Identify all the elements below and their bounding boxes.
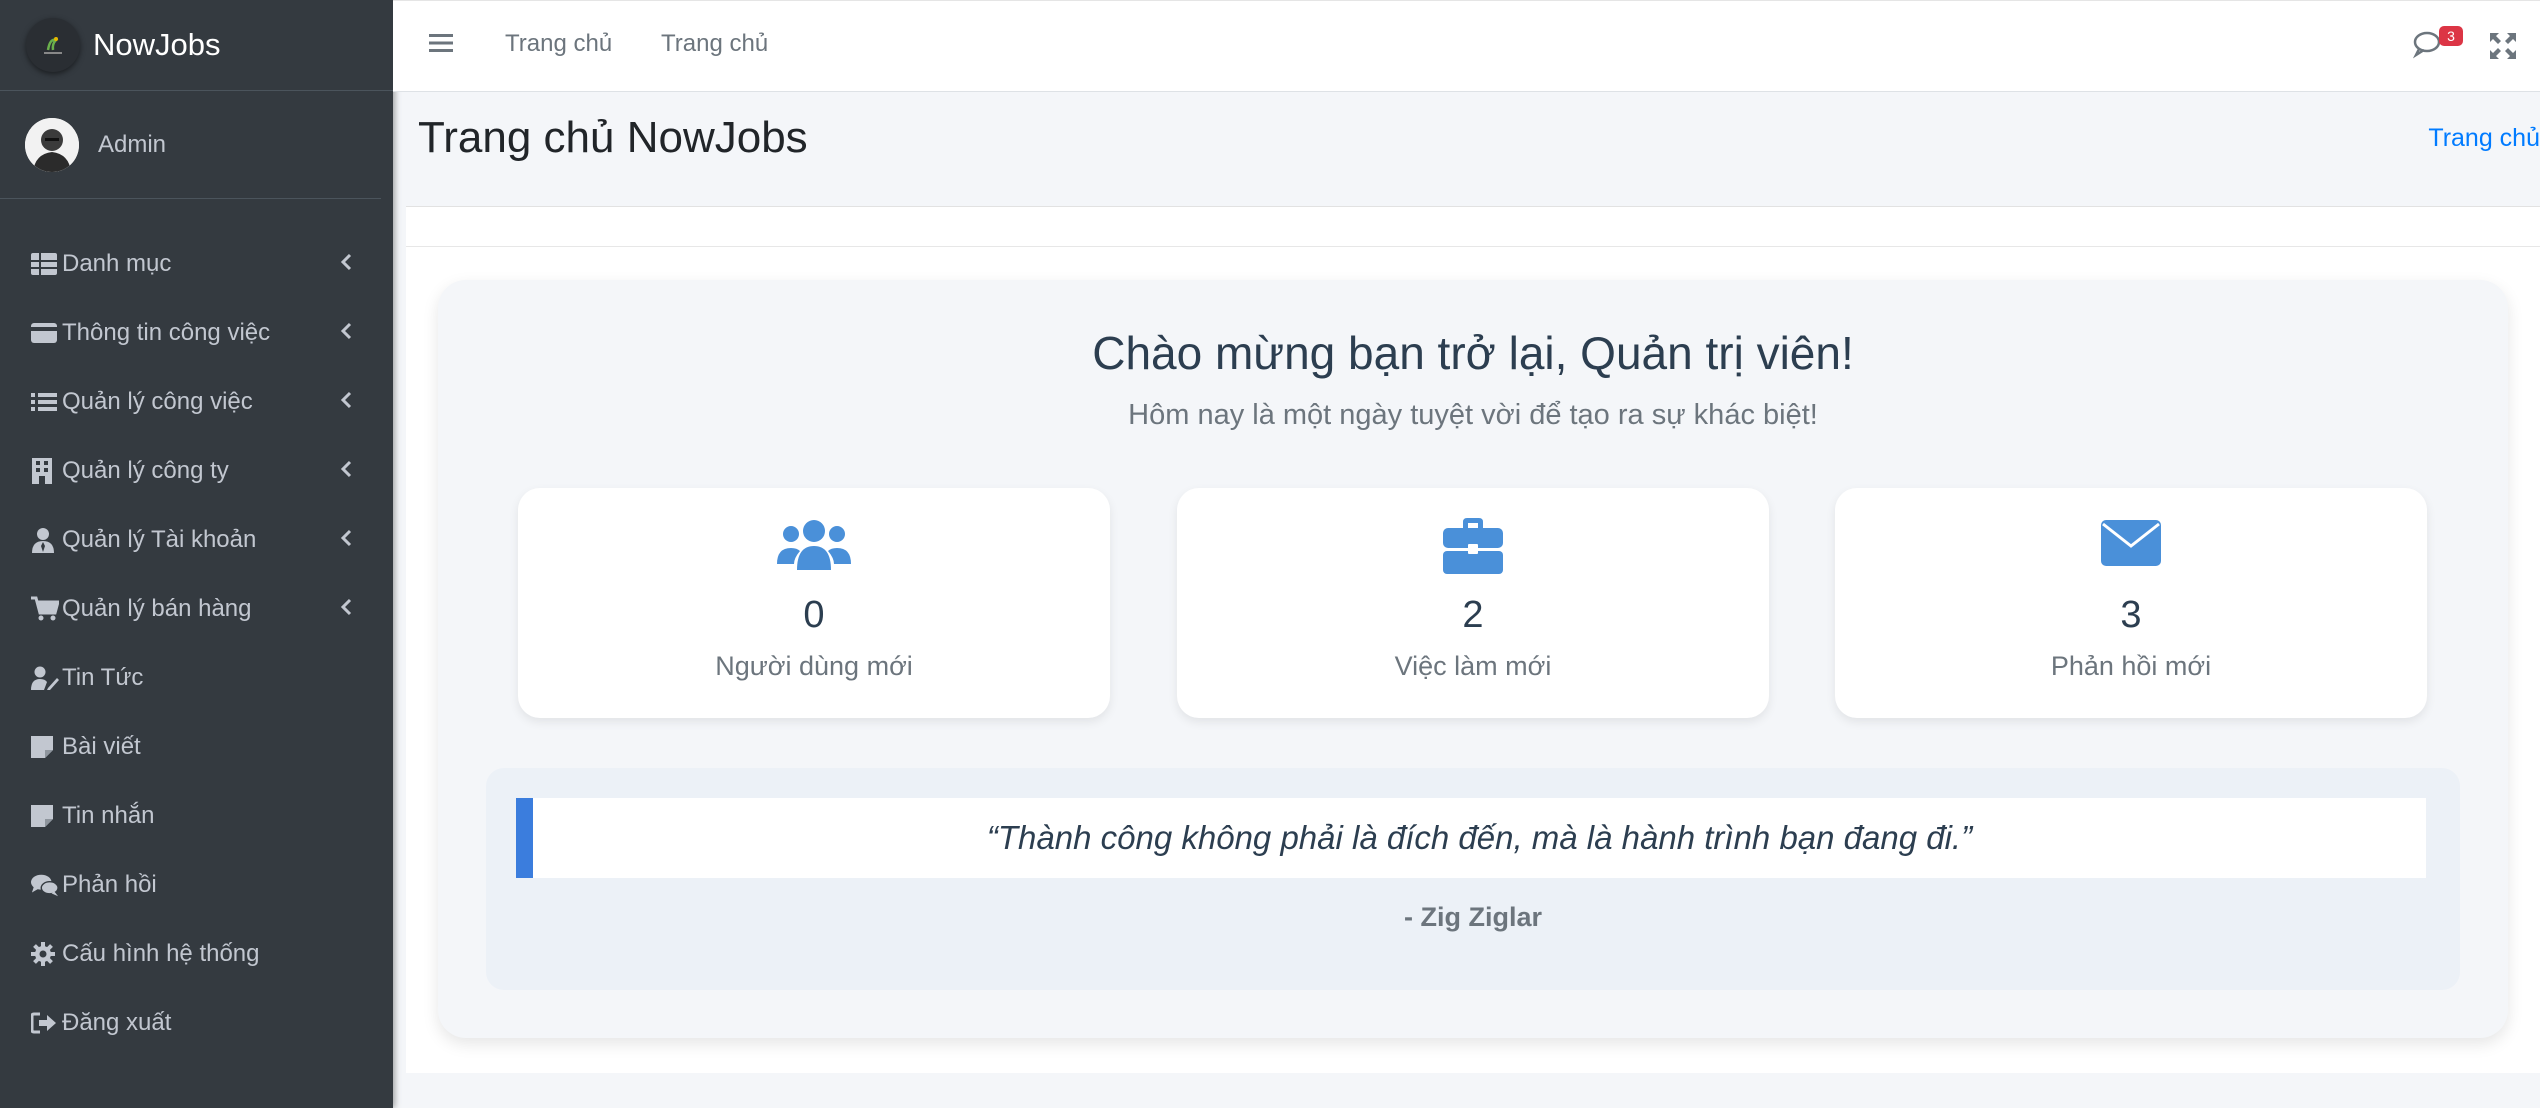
page-title: Trang chủ NowJobs (418, 113, 808, 162)
sidebar-item-bai-viet[interactable]: Bài viết (0, 712, 393, 781)
welcome-title: Chào mừng bạn trở lại, Quản trị viên! (1092, 327, 1854, 379)
nav-link-home-2[interactable]: Trang chủ (661, 30, 768, 58)
sidebar-item-tin-nhan[interactable]: Tin nhắn (0, 781, 393, 850)
user-edit-icon (31, 664, 59, 692)
chevron-left-icon (340, 388, 352, 416)
breadcrumb-home[interactable]: Trang chủ (2428, 124, 2540, 153)
stat-label: Việc làm mới (1394, 651, 1552, 681)
sidebar-item-label: Đăng xuất (62, 1008, 172, 1036)
user-panel[interactable]: Admin (0, 91, 381, 199)
sidebar-item-label: Danh mục (62, 249, 172, 277)
welcome-subtitle: Hôm nay là một ngày tuyệt vời để tạo ra … (1128, 399, 1818, 431)
messages-badge: 3 (2439, 26, 2463, 46)
stat-label: Người dùng mới (715, 651, 913, 681)
sidebar-item-label: Tin nhắn (62, 801, 155, 829)
sidebar-item-tin-tuc[interactable]: Tin Tức (0, 643, 393, 712)
stat-card-new-jobs[interactable]: 2 Việc làm mới (1177, 488, 1769, 718)
sidebar-item-label: Tin Tức (62, 663, 144, 691)
sticky-note-icon (31, 733, 59, 761)
sidebar-item-quan-ly-cong-ty[interactable]: Quản lý công ty (0, 436, 393, 505)
top-navbar: Trang chủ Trang chủ 3 (393, 0, 2540, 92)
sidebar-item-label: Thông tin công việc (62, 318, 271, 346)
gear-icon (31, 940, 59, 968)
nav-link-home[interactable]: Trang chủ (505, 30, 612, 58)
building-icon (31, 457, 59, 485)
sidebar-item-label: Quản lý công ty (62, 456, 229, 484)
table-icon (31, 250, 59, 278)
envelope-icon (1835, 518, 2427, 568)
sidebar-item-cau-hinh-he-thong[interactable]: Cấu hình hệ thống (0, 919, 393, 988)
quote-author: - Zig Ziglar (1404, 902, 1542, 932)
chevron-left-icon (340, 457, 352, 485)
sidebar-item-dang-xuat[interactable]: Đăng xuất (0, 988, 393, 1057)
stat-value: 0 (803, 594, 825, 636)
sidebar-nav: Danh mục Thông tin công việc Quản lý côn… (0, 199, 393, 1057)
sidebar-item-label: Quản lý bán hàng (62, 594, 252, 622)
user-name: Admin (98, 130, 167, 158)
sidebar-item-thong-tin-cong-viec[interactable]: Thông tin công việc (0, 298, 393, 367)
card-header-divider (406, 246, 2540, 247)
brand-name: NowJobs (93, 27, 221, 62)
sidebar-item-phan-hoi[interactable]: Phản hồi (0, 850, 393, 919)
chevron-left-icon (340, 526, 352, 554)
stat-card-new-users[interactable]: 0 Người dùng mới (518, 488, 1110, 718)
stat-value: 2 (1462, 594, 1484, 636)
sidebar-item-label: Quản lý Tài khoản (62, 525, 257, 553)
quote-text: “Thành công không phải là đích đến, mà l… (516, 798, 2426, 878)
briefcase-icon (1177, 518, 1769, 574)
menu-toggle-icon[interactable] (429, 32, 453, 59)
welcome-panel: Chào mừng bạn trở lại, Quản trị viên! Hô… (438, 280, 2508, 1038)
sign-out-icon (31, 1009, 59, 1037)
stat-card-new-feedback[interactable]: 3 Phản hồi mới (1835, 488, 2427, 718)
sidebar-item-danh-muc[interactable]: Danh mục (0, 229, 393, 298)
credit-card-icon (31, 319, 59, 347)
sidebar-item-label: Quản lý công việc (62, 387, 253, 415)
user-tie-icon (31, 526, 59, 554)
sidebar: NowJobs Admin Danh mục Thông tin công vi… (0, 0, 393, 1108)
chevron-left-icon (340, 250, 352, 278)
nowjobs-logo (26, 18, 80, 72)
cart-icon (31, 595, 59, 623)
sidebar-item-label: Cấu hình hệ thống (62, 939, 260, 967)
comments-icon (31, 871, 59, 899)
stat-value: 3 (2120, 594, 2142, 636)
brand-link[interactable]: NowJobs (0, 0, 393, 91)
users-icon (518, 518, 1110, 574)
user-avatar (25, 117, 79, 172)
sidebar-item-quan-ly-tai-khoan[interactable]: Quản lý Tài khoản (0, 505, 393, 574)
stat-label: Phản hồi mới (2050, 651, 2212, 681)
chevron-left-icon (340, 319, 352, 347)
sidebar-item-quan-ly-ban-hang[interactable]: Quản lý bán hàng (0, 574, 393, 643)
sticky-note-icon (31, 802, 59, 830)
sidebar-item-label: Bài viết (62, 732, 141, 760)
list-icon (31, 388, 59, 416)
quote-box: “Thành công không phải là đích đến, mà l… (486, 768, 2460, 990)
chevron-left-icon (340, 595, 352, 623)
fullscreen-icon[interactable] (2490, 33, 2516, 64)
sidebar-item-quan-ly-cong-viec[interactable]: Quản lý công việc (0, 367, 393, 436)
sidebar-item-label: Phản hồi (62, 870, 157, 898)
